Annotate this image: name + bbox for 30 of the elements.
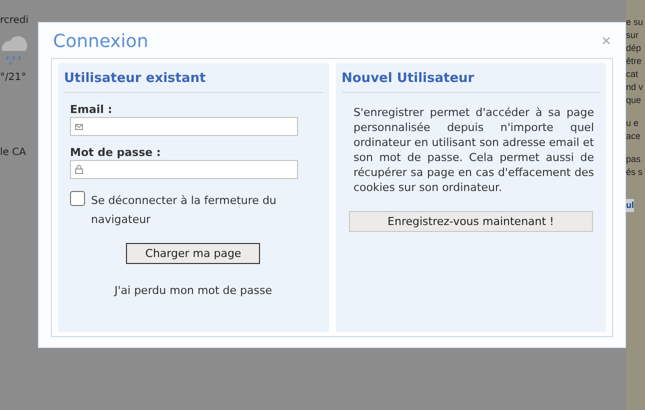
background-text: és s <box>626 166 643 179</box>
background-text: cat <box>626 68 638 81</box>
background-text: nd v <box>626 81 644 94</box>
background-text: rcredi <box>0 14 30 27</box>
logout-checkbox[interactable] <box>70 191 85 206</box>
background-text: que <box>626 94 642 107</box>
password-label: Mot de passe : <box>70 146 162 159</box>
background-text: u e <box>626 117 639 130</box>
panel-heading: Nouvel Utilisateur <box>342 69 600 93</box>
background-text: ace <box>626 130 641 143</box>
email-icon <box>75 124 83 130</box>
background-text: pas <box>626 153 641 166</box>
email-label: Email : <box>70 103 114 116</box>
dialog-title: Connexion <box>53 31 148 52</box>
background-text: sur <box>626 29 639 42</box>
checkbox-label: Se déconnecter à la fermeture du navigateur <box>91 193 278 228</box>
background-text: le CA <box>0 146 27 159</box>
email-field[interactable] <box>70 117 298 136</box>
background-text: e su <box>626 16 644 29</box>
load-page-button[interactable]: Charger ma page <box>126 243 260 264</box>
background-text: °/21° <box>0 71 28 84</box>
background-text: dép <box>626 42 642 55</box>
register-description: S'enregistrer permet d'accéder à sa page personnalisée depuis n'importe quel ordinateur en utilisant son adresse email et son mot de passe. Cela permet aussi de récupérer sa page en cas d'effacement des cookies sur son ordinateur. <box>354 105 594 195</box>
background-text: ul <box>626 199 634 212</box>
password-field[interactable] <box>70 160 298 179</box>
background-text: être <box>626 55 642 68</box>
forgot-password-link[interactable]: J'ai perdu mon mot de passe <box>114 284 272 297</box>
register-button[interactable]: Enregistrez-vous maintenant ! <box>348 211 593 232</box>
lock-icon <box>75 165 83 174</box>
panel-heading: Utilisateur existant <box>64 69 322 93</box>
